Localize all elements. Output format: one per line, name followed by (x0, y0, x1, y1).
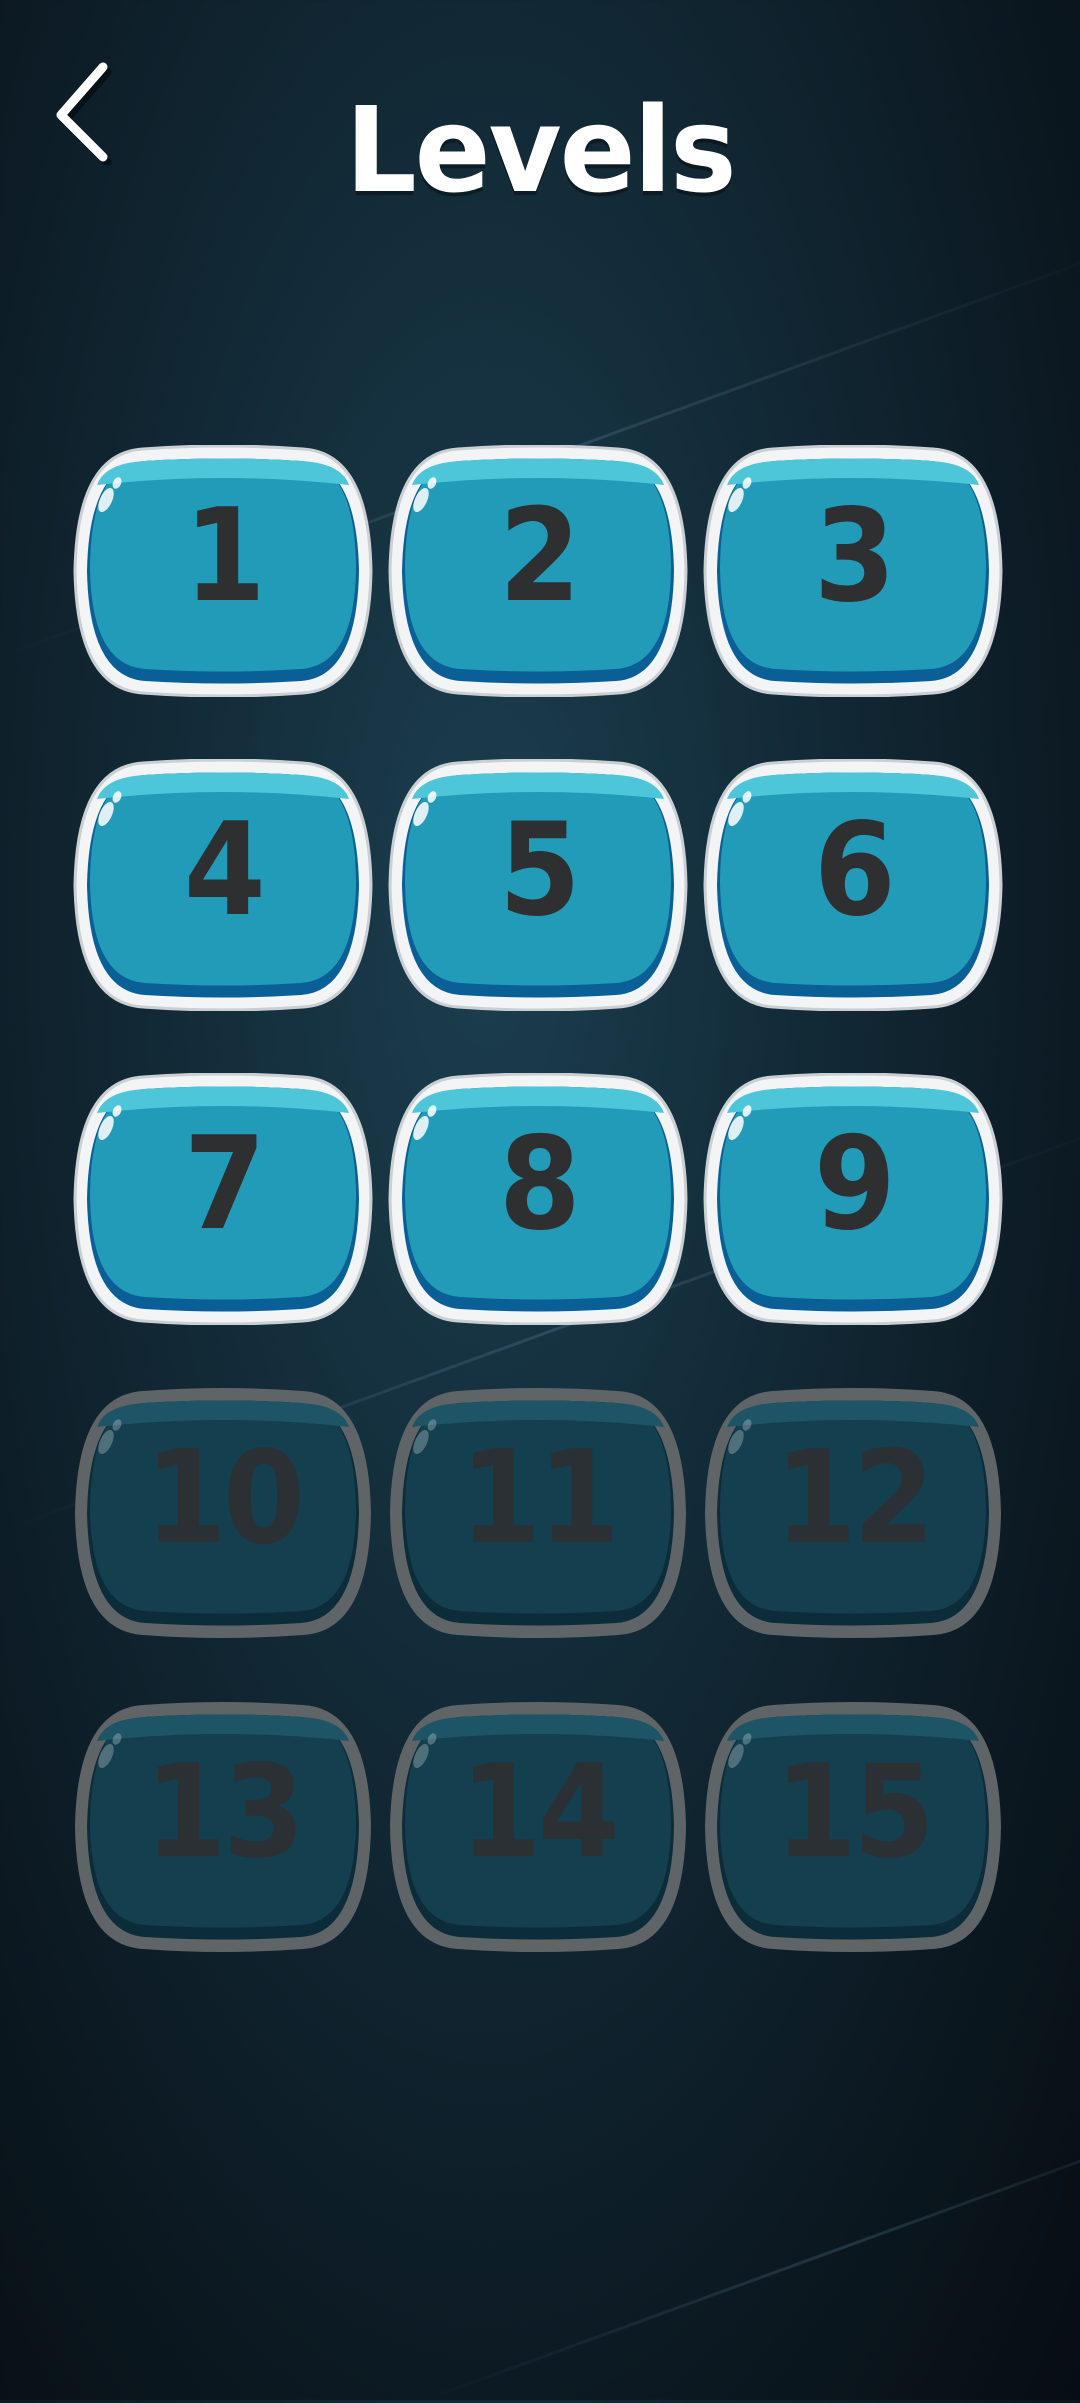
level-button[interactable]: 4 (73, 759, 373, 1011)
level-number: 5 (498, 796, 581, 945)
level-number: 14 (459, 1738, 620, 1887)
level-grid: 1 2 3 4 5 6 7 8 9 10 11 12 13 14 15 (73, 445, 1003, 1953)
level-button-locked[interactable]: 10 (73, 1387, 373, 1639)
level-button[interactable]: 9 (703, 1073, 1003, 1325)
level-button-locked[interactable]: 15 (703, 1701, 1003, 1953)
level-button-locked[interactable]: 13 (73, 1701, 373, 1953)
level-number: 6 (813, 796, 896, 945)
level-number: 3 (813, 482, 896, 631)
level-number: 4 (183, 796, 266, 945)
level-number: 9 (813, 1110, 896, 1259)
level-number: 12 (774, 1424, 935, 1573)
level-button[interactable]: 1 (73, 445, 373, 697)
level-button[interactable]: 5 (388, 759, 688, 1011)
level-number: 15 (774, 1738, 935, 1887)
level-button[interactable]: 2 (388, 445, 688, 697)
level-button-locked[interactable]: 11 (388, 1387, 688, 1639)
level-number: 2 (498, 482, 581, 631)
level-number: 13 (144, 1738, 305, 1887)
level-number: 11 (459, 1424, 620, 1573)
level-button[interactable]: 8 (388, 1073, 688, 1325)
level-button[interactable]: 3 (703, 445, 1003, 697)
level-button-locked[interactable]: 12 (703, 1387, 1003, 1639)
level-number: 8 (498, 1110, 581, 1259)
level-button[interactable]: 7 (73, 1073, 373, 1325)
page-title: Levels (345, 82, 736, 220)
level-button-locked[interactable]: 14 (388, 1701, 688, 1953)
level-number: 10 (144, 1424, 305, 1573)
level-number: 7 (183, 1110, 266, 1259)
level-button[interactable]: 6 (703, 759, 1003, 1011)
background-streak (419, 2092, 1080, 2403)
level-number: 1 (183, 482, 266, 631)
